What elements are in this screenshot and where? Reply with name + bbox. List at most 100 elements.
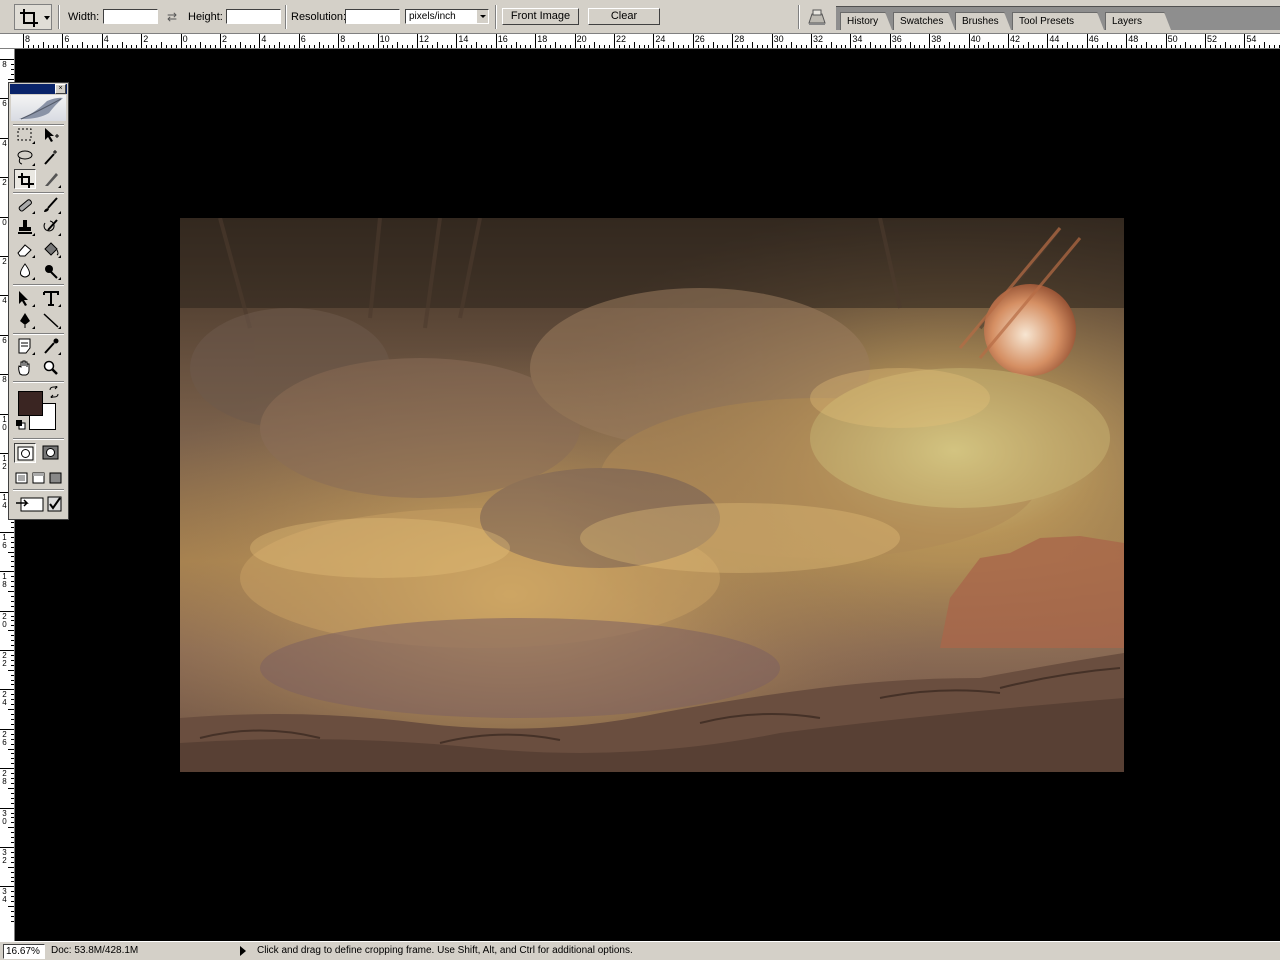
clear-button[interactable]: Clear bbox=[588, 8, 660, 25]
document-canvas[interactable] bbox=[180, 218, 1124, 772]
notes-tool[interactable] bbox=[14, 336, 36, 356]
ruler-tick bbox=[530, 45, 532, 48]
crop-tool[interactable] bbox=[14, 169, 36, 189]
zoom-level-field[interactable]: 16.67% bbox=[3, 944, 45, 959]
ruler-tick bbox=[284, 45, 286, 48]
ruler-label: 4 bbox=[261, 34, 267, 44]
ruler-tick bbox=[0, 768, 14, 770]
ruler-tick bbox=[0, 847, 14, 848]
ruler-tick bbox=[11, 585, 14, 587]
ruler-label: 30 bbox=[773, 34, 784, 44]
tab-history[interactable]: History bbox=[840, 12, 892, 30]
status-menu-arrow-icon[interactable] bbox=[240, 946, 246, 956]
ruler-tick bbox=[456, 34, 458, 48]
ruler-tick bbox=[402, 45, 404, 48]
ruler-tick bbox=[1003, 45, 1005, 48]
magic-wand-tool[interactable] bbox=[40, 147, 62, 167]
swap-colors-icon[interactable] bbox=[48, 386, 60, 398]
eyedropper-tool[interactable] bbox=[40, 336, 62, 356]
height-field[interactable] bbox=[226, 9, 281, 24]
ruler-tick bbox=[352, 45, 354, 48]
tab-swatches[interactable]: Swatches bbox=[893, 12, 955, 30]
ruler-tick bbox=[1136, 45, 1138, 48]
pen-tool[interactable] bbox=[14, 310, 36, 330]
ruler-tick bbox=[11, 526, 14, 528]
default-colors-icon[interactable] bbox=[16, 420, 26, 430]
toggle-palettes-button[interactable] bbox=[806, 7, 828, 27]
ruler-tick bbox=[618, 45, 620, 48]
ruler-label: 8 bbox=[25, 34, 31, 44]
standard-screen-mode-icon[interactable] bbox=[15, 472, 28, 484]
resolution-field[interactable] bbox=[345, 9, 400, 24]
ruler-tick bbox=[87, 45, 89, 48]
ruler-tick bbox=[1067, 42, 1069, 48]
ruler-tick bbox=[239, 42, 241, 48]
quick-mask-button[interactable] bbox=[40, 443, 62, 463]
hand-tool[interactable] bbox=[14, 358, 36, 378]
line-tool[interactable] bbox=[40, 310, 62, 330]
ruler-tick bbox=[771, 34, 773, 48]
ruler-tick bbox=[27, 45, 29, 48]
tab-layers[interactable]: Layers bbox=[1105, 12, 1171, 30]
tool-menu-triangle bbox=[58, 185, 61, 188]
ruler-tick bbox=[732, 34, 734, 48]
feather-logo[interactable] bbox=[11, 95, 66, 121]
healing-brush-tool[interactable] bbox=[14, 195, 36, 215]
full-screen-mode-icon[interactable] bbox=[49, 472, 62, 484]
resolution-unit-select[interactable]: pixels/inch bbox=[405, 9, 489, 24]
ruler-tick bbox=[1160, 45, 1162, 48]
jump-to-imageready-icon[interactable] bbox=[15, 495, 47, 513]
ruler-tick bbox=[224, 45, 226, 48]
ruler-tick bbox=[633, 42, 635, 48]
toolbox-palette[interactable]: × bbox=[8, 82, 69, 520]
ruler-tick bbox=[23, 34, 24, 48]
ruler-tick bbox=[899, 45, 901, 48]
clone-stamp-tool[interactable] bbox=[14, 217, 36, 237]
eraser-tool[interactable] bbox=[14, 239, 36, 259]
ruler-tick bbox=[0, 59, 14, 60]
paint-bucket-tool[interactable] bbox=[40, 239, 62, 259]
ruler-tick bbox=[47, 45, 49, 48]
ruler-label: 4 bbox=[103, 34, 109, 44]
horizontal-ruler[interactable]: 8 6 4 2 0 2 4 6 8 10 12 14 16 18 20 22 24 26 28 30 32 34 36 38 4… bbox=[0, 34, 1280, 49]
tool-preset-picker[interactable] bbox=[14, 4, 52, 30]
foreground-color-swatch[interactable] bbox=[18, 391, 43, 416]
tab-brushes[interactable]: Brushes bbox=[955, 12, 1011, 30]
ruler-tick bbox=[146, 45, 148, 48]
tab-tool-presets[interactable]: Tool Presets bbox=[1012, 12, 1104, 30]
ruler-tick bbox=[924, 45, 926, 48]
ruler-label: 0 bbox=[2, 217, 7, 227]
path-selection-tool[interactable] bbox=[14, 288, 36, 308]
tool-menu-triangle bbox=[32, 352, 35, 355]
width-label: Width: bbox=[68, 11, 100, 23]
ruler-tick bbox=[958, 45, 960, 48]
blur-tool[interactable] bbox=[14, 261, 36, 281]
width-field[interactable] bbox=[103, 9, 158, 24]
ruler-tick bbox=[1200, 45, 1202, 48]
slice-tool[interactable] bbox=[40, 169, 62, 189]
ruler-tick bbox=[0, 807, 14, 809]
type-tool[interactable] bbox=[40, 288, 62, 308]
ruler-label: 22 bbox=[2, 651, 7, 668]
move-tool[interactable] bbox=[40, 125, 62, 145]
ruler-tick bbox=[288, 45, 290, 48]
full-screen-menu-mode-icon[interactable] bbox=[32, 472, 45, 484]
front-image-button[interactable]: Front Image bbox=[502, 8, 579, 25]
rectangular-marquee-tool[interactable] bbox=[14, 125, 36, 145]
lasso-tool[interactable] bbox=[14, 147, 36, 167]
ruler-tick bbox=[446, 45, 448, 48]
history-brush-tool[interactable] bbox=[40, 217, 62, 237]
ruler-tick bbox=[11, 782, 14, 784]
zoom-tool[interactable] bbox=[40, 358, 62, 378]
close-icon[interactable]: × bbox=[55, 84, 66, 94]
brush-tool[interactable] bbox=[40, 195, 62, 215]
quick-mask-icon bbox=[42, 445, 59, 460]
standard-mode-button[interactable] bbox=[14, 443, 36, 463]
swap-dimensions-icon[interactable]: ⇄ bbox=[167, 10, 177, 24]
ruler-tick bbox=[52, 45, 54, 48]
zoom-icon bbox=[43, 360, 58, 375]
ruler-tick bbox=[333, 45, 335, 48]
dodge-tool[interactable] bbox=[40, 261, 62, 281]
imageready-icon[interactable] bbox=[47, 495, 63, 513]
ruler-tick bbox=[673, 42, 675, 48]
